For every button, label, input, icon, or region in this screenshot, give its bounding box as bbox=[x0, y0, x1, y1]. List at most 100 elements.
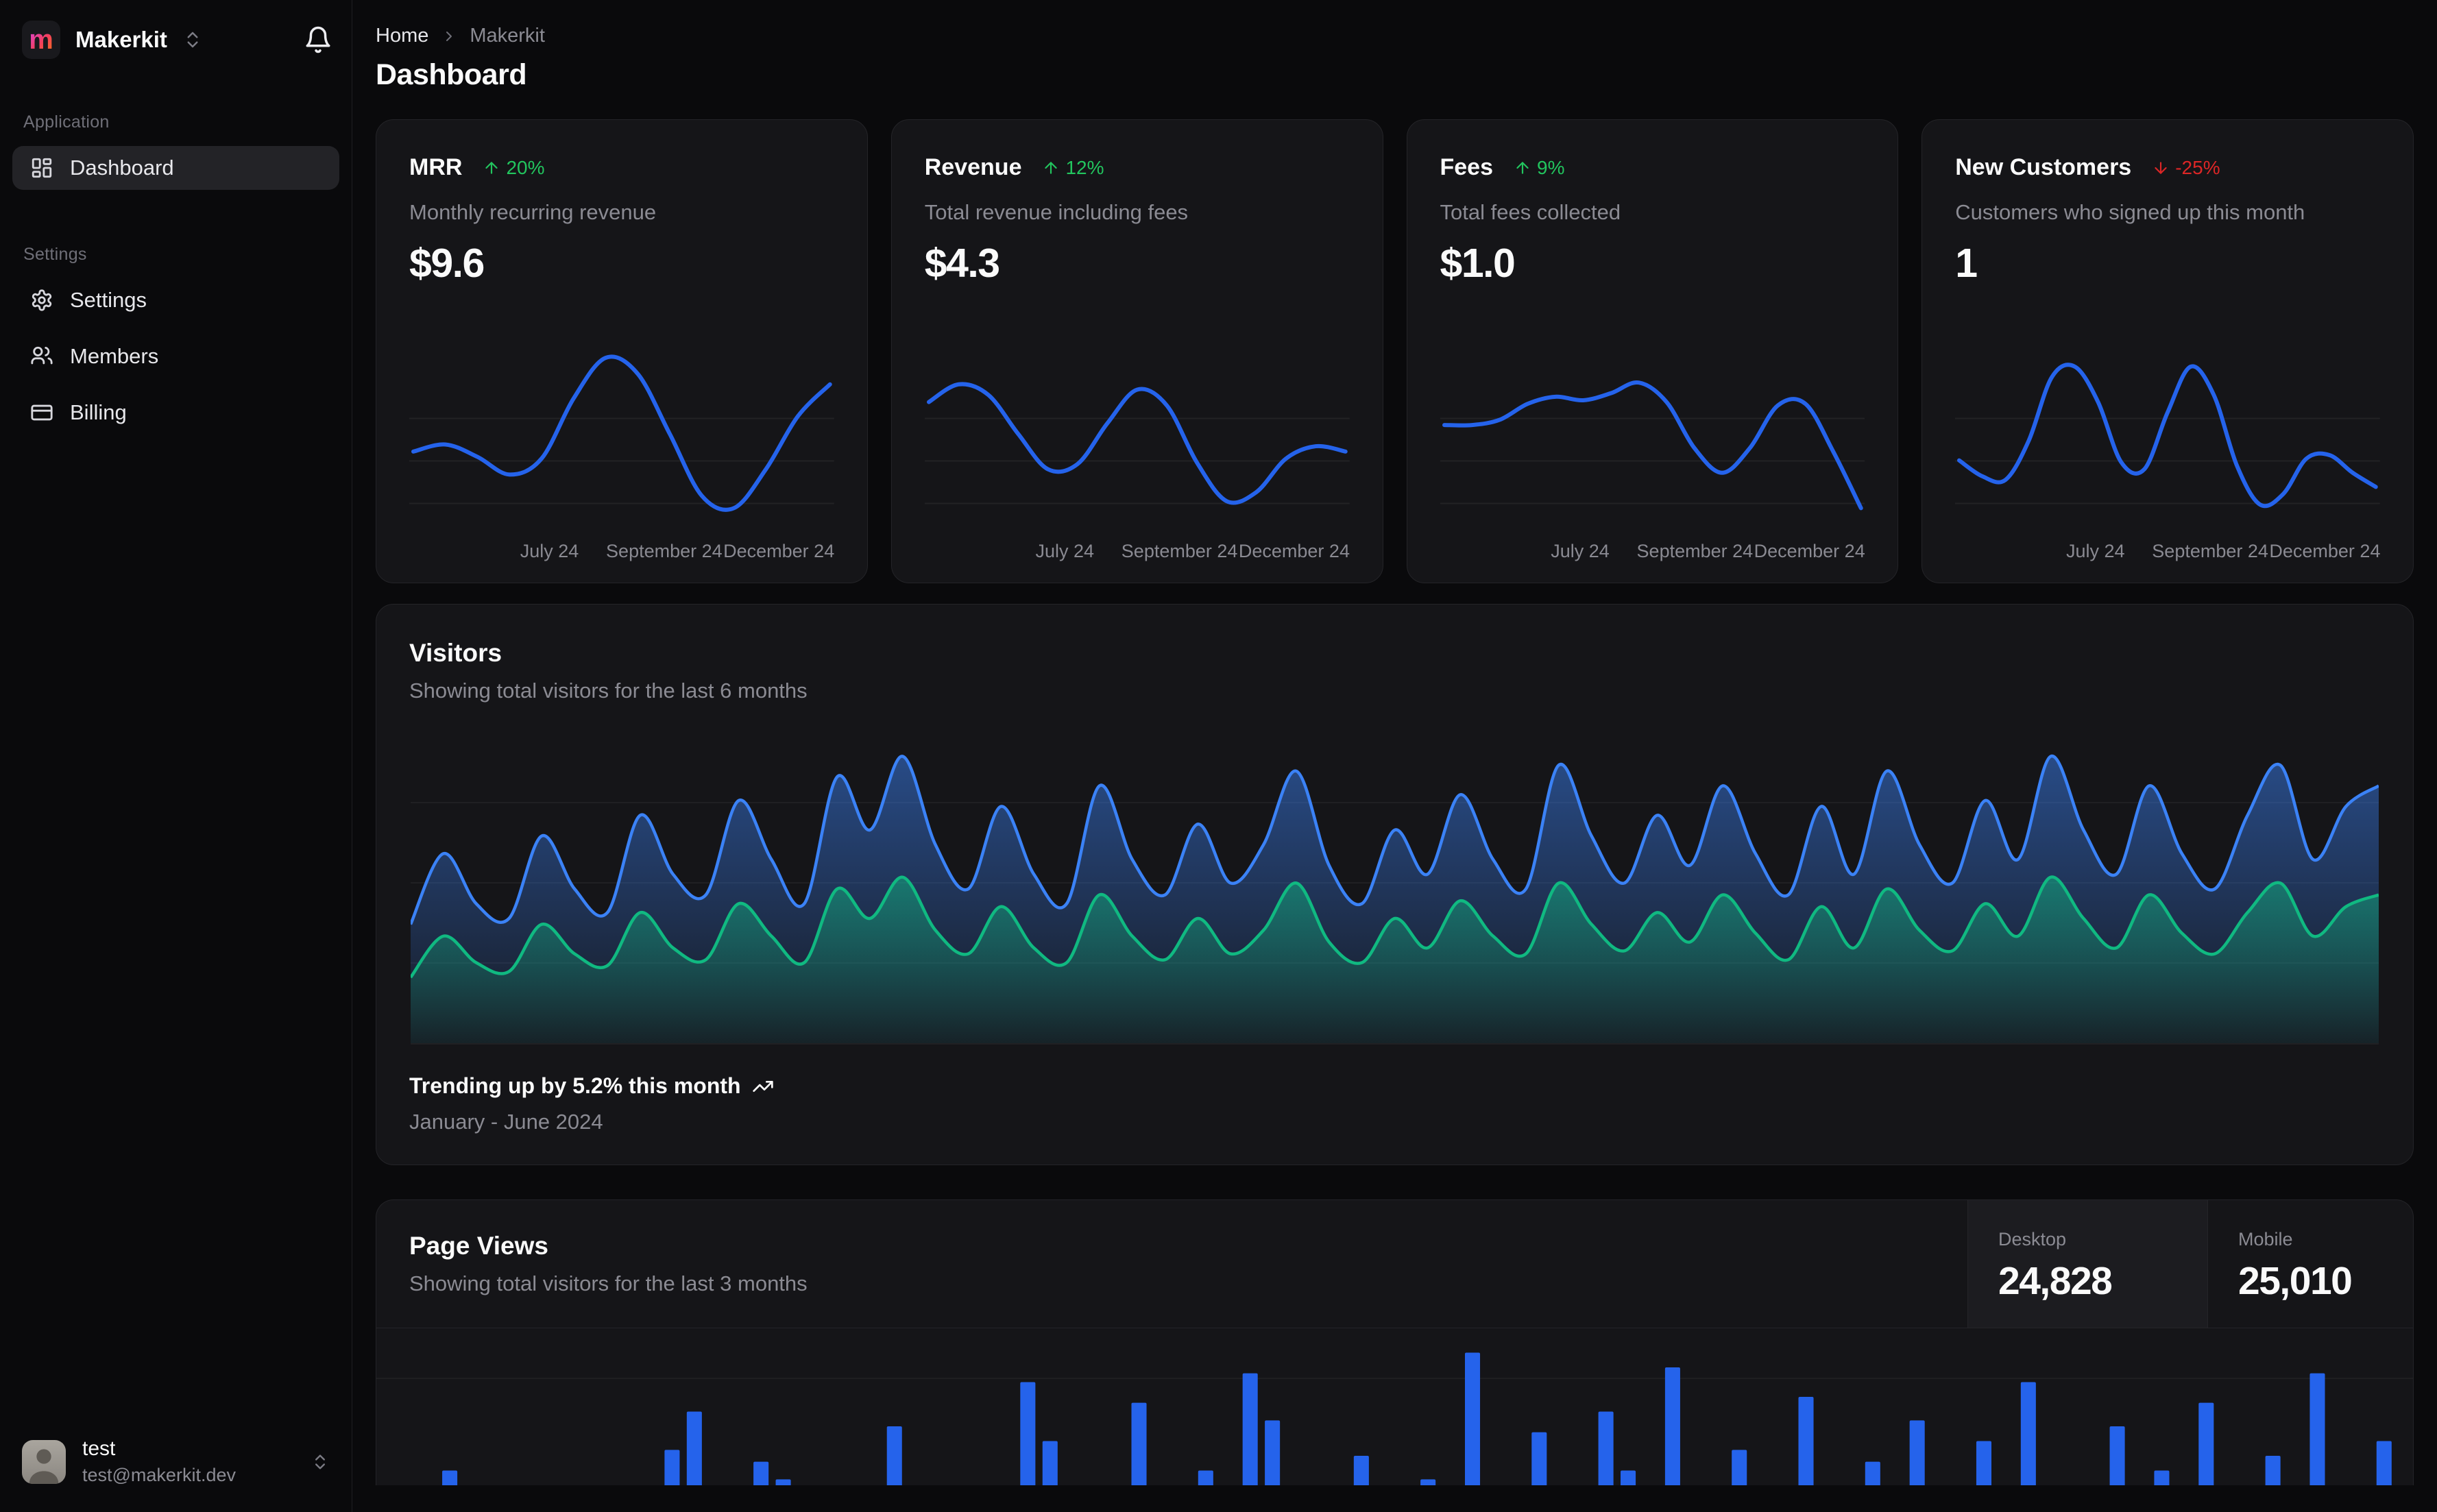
page-views-chart-area bbox=[376, 1328, 2413, 1485]
toggle-mobile[interactable]: Mobile 25,010 bbox=[2207, 1200, 2413, 1328]
x-tick: December 24 bbox=[1754, 541, 1865, 561]
stat-value: 1 bbox=[1955, 241, 1978, 286]
stat-title: New Customers bbox=[1955, 154, 2132, 180]
brand-initial: m bbox=[29, 25, 53, 55]
x-tick: December 24 bbox=[1238, 541, 1350, 561]
x-tick: July 24 bbox=[2065, 541, 2125, 561]
trending-up-icon bbox=[752, 1080, 773, 1092]
x-axis-labels: July 24 September 24 December 24 bbox=[1440, 531, 1865, 563]
stat-head: Revenue 12% bbox=[925, 154, 1350, 181]
stat-title: Fees bbox=[1440, 154, 1494, 180]
brand-name: Makerkit bbox=[75, 27, 167, 52]
sidebar-header: m Makerkit bbox=[12, 15, 339, 64]
person-silhouette-icon bbox=[29, 1448, 59, 1484]
mobile-label: Mobile bbox=[2238, 1229, 2293, 1249]
sidebar: m Makerkit Application Dashboard Setting… bbox=[0, 0, 352, 1512]
stat-card-mrr: MRR 20% Monthly recurring revenue $9.6 J… bbox=[376, 119, 868, 583]
stat-chart-block: July 24 September 24 December 24 bbox=[409, 337, 834, 563]
visitors-trend-line: Trending up by 5.2% this month bbox=[409, 1073, 2380, 1099]
chevrons-up-down-icon bbox=[187, 32, 198, 48]
toggle-desktop[interactable]: Desktop 24,828 bbox=[1967, 1200, 2207, 1328]
stat-subtitle: Customers who signed up this month bbox=[1955, 200, 2305, 224]
user-name: test bbox=[82, 1437, 116, 1460]
page-views-title: Page Views bbox=[409, 1232, 548, 1260]
mrr-sparkline-chart bbox=[409, 337, 834, 531]
trend-badge: 20% bbox=[483, 157, 544, 179]
sidebar-item-label: Members bbox=[70, 344, 159, 368]
visitors-trend-text: Trending up by 5.2% this month bbox=[409, 1073, 741, 1098]
stat-title: Revenue bbox=[924, 154, 1022, 180]
stat-chart-block: July 24 September 24 December 24 bbox=[1440, 337, 1865, 563]
user-meta: test test@makerkit.dev bbox=[82, 1437, 236, 1486]
trend-value: 12% bbox=[1065, 156, 1104, 178]
page-views-titles: Page Views Showing total visitors for th… bbox=[376, 1200, 1967, 1328]
new-customers-sparkline-chart bbox=[1955, 337, 2380, 531]
sidebar-item-members[interactable]: Members bbox=[12, 334, 339, 378]
arrow-up-icon bbox=[1516, 161, 1529, 174]
arrow-down-icon bbox=[2155, 161, 2167, 174]
workspace-selector[interactable]: m Makerkit bbox=[22, 21, 203, 59]
stat-card-revenue: Revenue 12% Total revenue including fees… bbox=[890, 119, 1383, 583]
stat-head: MRR 20% bbox=[409, 154, 834, 181]
stat-card-fees: Fees 9% Total fees collected $1.0 July 2… bbox=[1406, 119, 1899, 583]
x-tick: September 24 bbox=[1121, 541, 1238, 561]
sidebar-item-settings[interactable]: Settings bbox=[12, 278, 339, 322]
sidebar-item-label: Billing bbox=[70, 400, 127, 424]
chevrons-up-down-icon bbox=[315, 1454, 325, 1469]
stat-head: Fees 9% bbox=[1440, 154, 1865, 181]
page-title: Dashboard bbox=[376, 58, 527, 91]
trend-badge: 12% bbox=[1042, 157, 1104, 179]
x-tick: July 24 bbox=[1551, 541, 1610, 561]
visitors-title: Visitors bbox=[409, 639, 502, 667]
stat-title: MRR bbox=[409, 154, 463, 180]
desktop-value: 24,828 bbox=[1998, 1259, 2113, 1303]
visitors-header: Visitors Showing total visitors for the … bbox=[376, 639, 2413, 703]
trend-badge: -25% bbox=[2152, 157, 2220, 179]
trend-value: 9% bbox=[1537, 156, 1565, 178]
mobile-value: 25,010 bbox=[2238, 1259, 2353, 1303]
x-axis-labels: July 24 September 24 December 24 bbox=[1955, 531, 2380, 563]
credit-card-icon bbox=[31, 404, 53, 421]
stat-subtitle: Total revenue including fees bbox=[924, 200, 1189, 224]
stat-subtitle: Monthly recurring revenue bbox=[409, 200, 657, 224]
sidebar-item-billing[interactable]: Billing bbox=[12, 391, 339, 435]
gear-icon bbox=[32, 289, 52, 311]
dashboard-icon bbox=[32, 158, 52, 178]
stat-card-new-customers: New Customers -25% Customers who signed … bbox=[1921, 119, 2414, 583]
app-root: m Makerkit Application Dashboard Setting… bbox=[0, 0, 2437, 1512]
x-tick: September 24 bbox=[606, 541, 723, 561]
user-menu[interactable]: test test@makerkit.dev bbox=[12, 1430, 339, 1493]
stat-value: $9.6 bbox=[409, 241, 485, 286]
page-views-header: Page Views Showing total visitors for th… bbox=[376, 1200, 2413, 1328]
breadcrumb: Home Makerkit bbox=[376, 25, 2414, 47]
stat-value: $1.0 bbox=[1440, 241, 1516, 286]
x-axis-labels: July 24 September 24 December 24 bbox=[925, 531, 1350, 563]
sidebar-item-dashboard[interactable]: Dashboard bbox=[12, 146, 339, 190]
bell-icon bbox=[306, 26, 330, 53]
visitors-subtitle: Showing total visitors for the last 6 mo… bbox=[409, 679, 808, 703]
stat-value: $4.3 bbox=[924, 241, 1000, 286]
page-views-card: Page Views Showing total visitors for th… bbox=[376, 1199, 2414, 1485]
arrow-up-icon bbox=[1045, 161, 1058, 174]
x-tick: July 24 bbox=[520, 541, 579, 561]
x-tick: September 24 bbox=[1636, 541, 1754, 561]
x-tick: September 24 bbox=[2152, 541, 2268, 561]
sidebar-item-label: Settings bbox=[70, 288, 147, 312]
trend-value: -25% bbox=[2175, 156, 2220, 178]
notifications-button[interactable] bbox=[304, 25, 332, 54]
breadcrumb-home[interactable]: Home bbox=[376, 25, 428, 47]
sidebar-section-settings: Settings bbox=[23, 245, 87, 264]
x-tick: December 24 bbox=[723, 541, 835, 561]
sidebar-section-application: Application bbox=[23, 112, 110, 132]
visitors-area-chart bbox=[409, 735, 2380, 1045]
breadcrumb-current: Makerkit bbox=[470, 25, 545, 47]
desktop-label: Desktop bbox=[1998, 1229, 2067, 1249]
visitors-date-range: January - June 2024 bbox=[409, 1110, 603, 1134]
x-axis-labels: July 24 September 24 December 24 bbox=[409, 531, 834, 563]
brand-logo: m bbox=[22, 21, 60, 59]
users-icon bbox=[31, 346, 53, 365]
stat-chart-block: July 24 September 24 December 24 bbox=[1955, 337, 2380, 563]
sidebar-nav: Application Dashboard Settings Settings … bbox=[12, 64, 339, 447]
x-tick: July 24 bbox=[1035, 541, 1095, 561]
stat-card-grid: MRR 20% Monthly recurring revenue $9.6 J… bbox=[376, 119, 2414, 583]
